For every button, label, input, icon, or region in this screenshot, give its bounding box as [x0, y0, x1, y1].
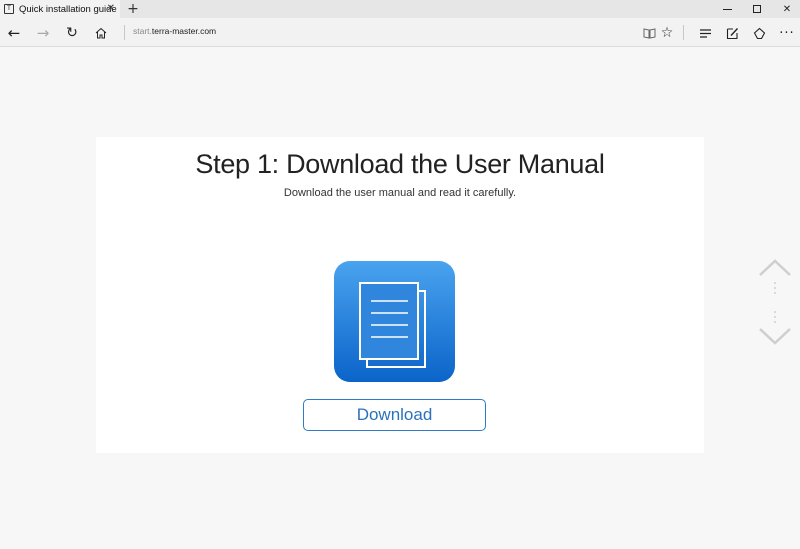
page-subtitle: Download the user manual and read it car…	[283, 187, 517, 199]
document-icon-shape	[359, 282, 426, 368]
toolbar-separator	[683, 25, 684, 40]
download-button[interactable]: Download	[303, 399, 486, 431]
scroll-up-arrow-icon[interactable]	[758, 257, 792, 301]
share-icon[interactable]	[748, 22, 770, 44]
share-icon-shape	[753, 27, 765, 39]
minimize-icon	[722, 8, 732, 10]
page-content: Step 1: Download the User Manual Downloa…	[0, 47, 800, 549]
favorite-star-icon[interactable]: ☆	[656, 22, 678, 44]
web-note-icon[interactable]	[721, 22, 743, 44]
forward-arrow-icon[interactable]: →	[32, 22, 54, 44]
home-icon-shape	[95, 27, 107, 39]
hub-icon-shape	[699, 28, 711, 38]
window-close-button[interactable]: ✕	[772, 0, 800, 18]
maximize-button[interactable]	[742, 0, 772, 18]
refresh-icon[interactable]: ↻	[61, 22, 83, 44]
tab-close-icon[interactable]: ✕	[107, 3, 115, 15]
new-tab-button[interactable]: +	[126, 1, 140, 17]
minimize-button[interactable]	[712, 0, 742, 18]
web-note-icon-shape	[726, 27, 738, 39]
page-title: Step 1: Download the User Manual	[195, 149, 605, 179]
title-bar: T Quick installation guide ✕ + ✕	[0, 0, 800, 18]
maximize-icon	[753, 5, 761, 13]
more-options-icon[interactable]: ···	[776, 22, 798, 44]
tab-title: Quick installation guide	[19, 3, 117, 15]
step-card: Step 1: Download the User Manual Downloa…	[96, 137, 704, 453]
address-host: terra-master.com	[151, 26, 217, 36]
address-bar[interactable]: start.terra-master.com	[133, 26, 216, 36]
chevron-up-icon	[759, 259, 791, 294]
home-icon[interactable]	[90, 22, 112, 44]
hub-icon[interactable]	[694, 22, 716, 44]
user-manual-document-icon	[334, 261, 455, 382]
navigation-bar: ← → ↻ start.terra-master.com ☆ ···	[0, 18, 800, 47]
back-arrow-icon[interactable]: ←	[3, 22, 25, 44]
browser-tab[interactable]: T Quick installation guide ✕	[0, 0, 120, 18]
chevron-down-icon	[759, 311, 791, 345]
address-separator	[124, 25, 125, 40]
reading-view-icon-shape	[643, 28, 655, 39]
address-prefix: start.	[133, 26, 152, 36]
scroll-down-arrow-icon[interactable]	[758, 307, 792, 351]
tab-favicon-icon: T	[4, 4, 14, 14]
